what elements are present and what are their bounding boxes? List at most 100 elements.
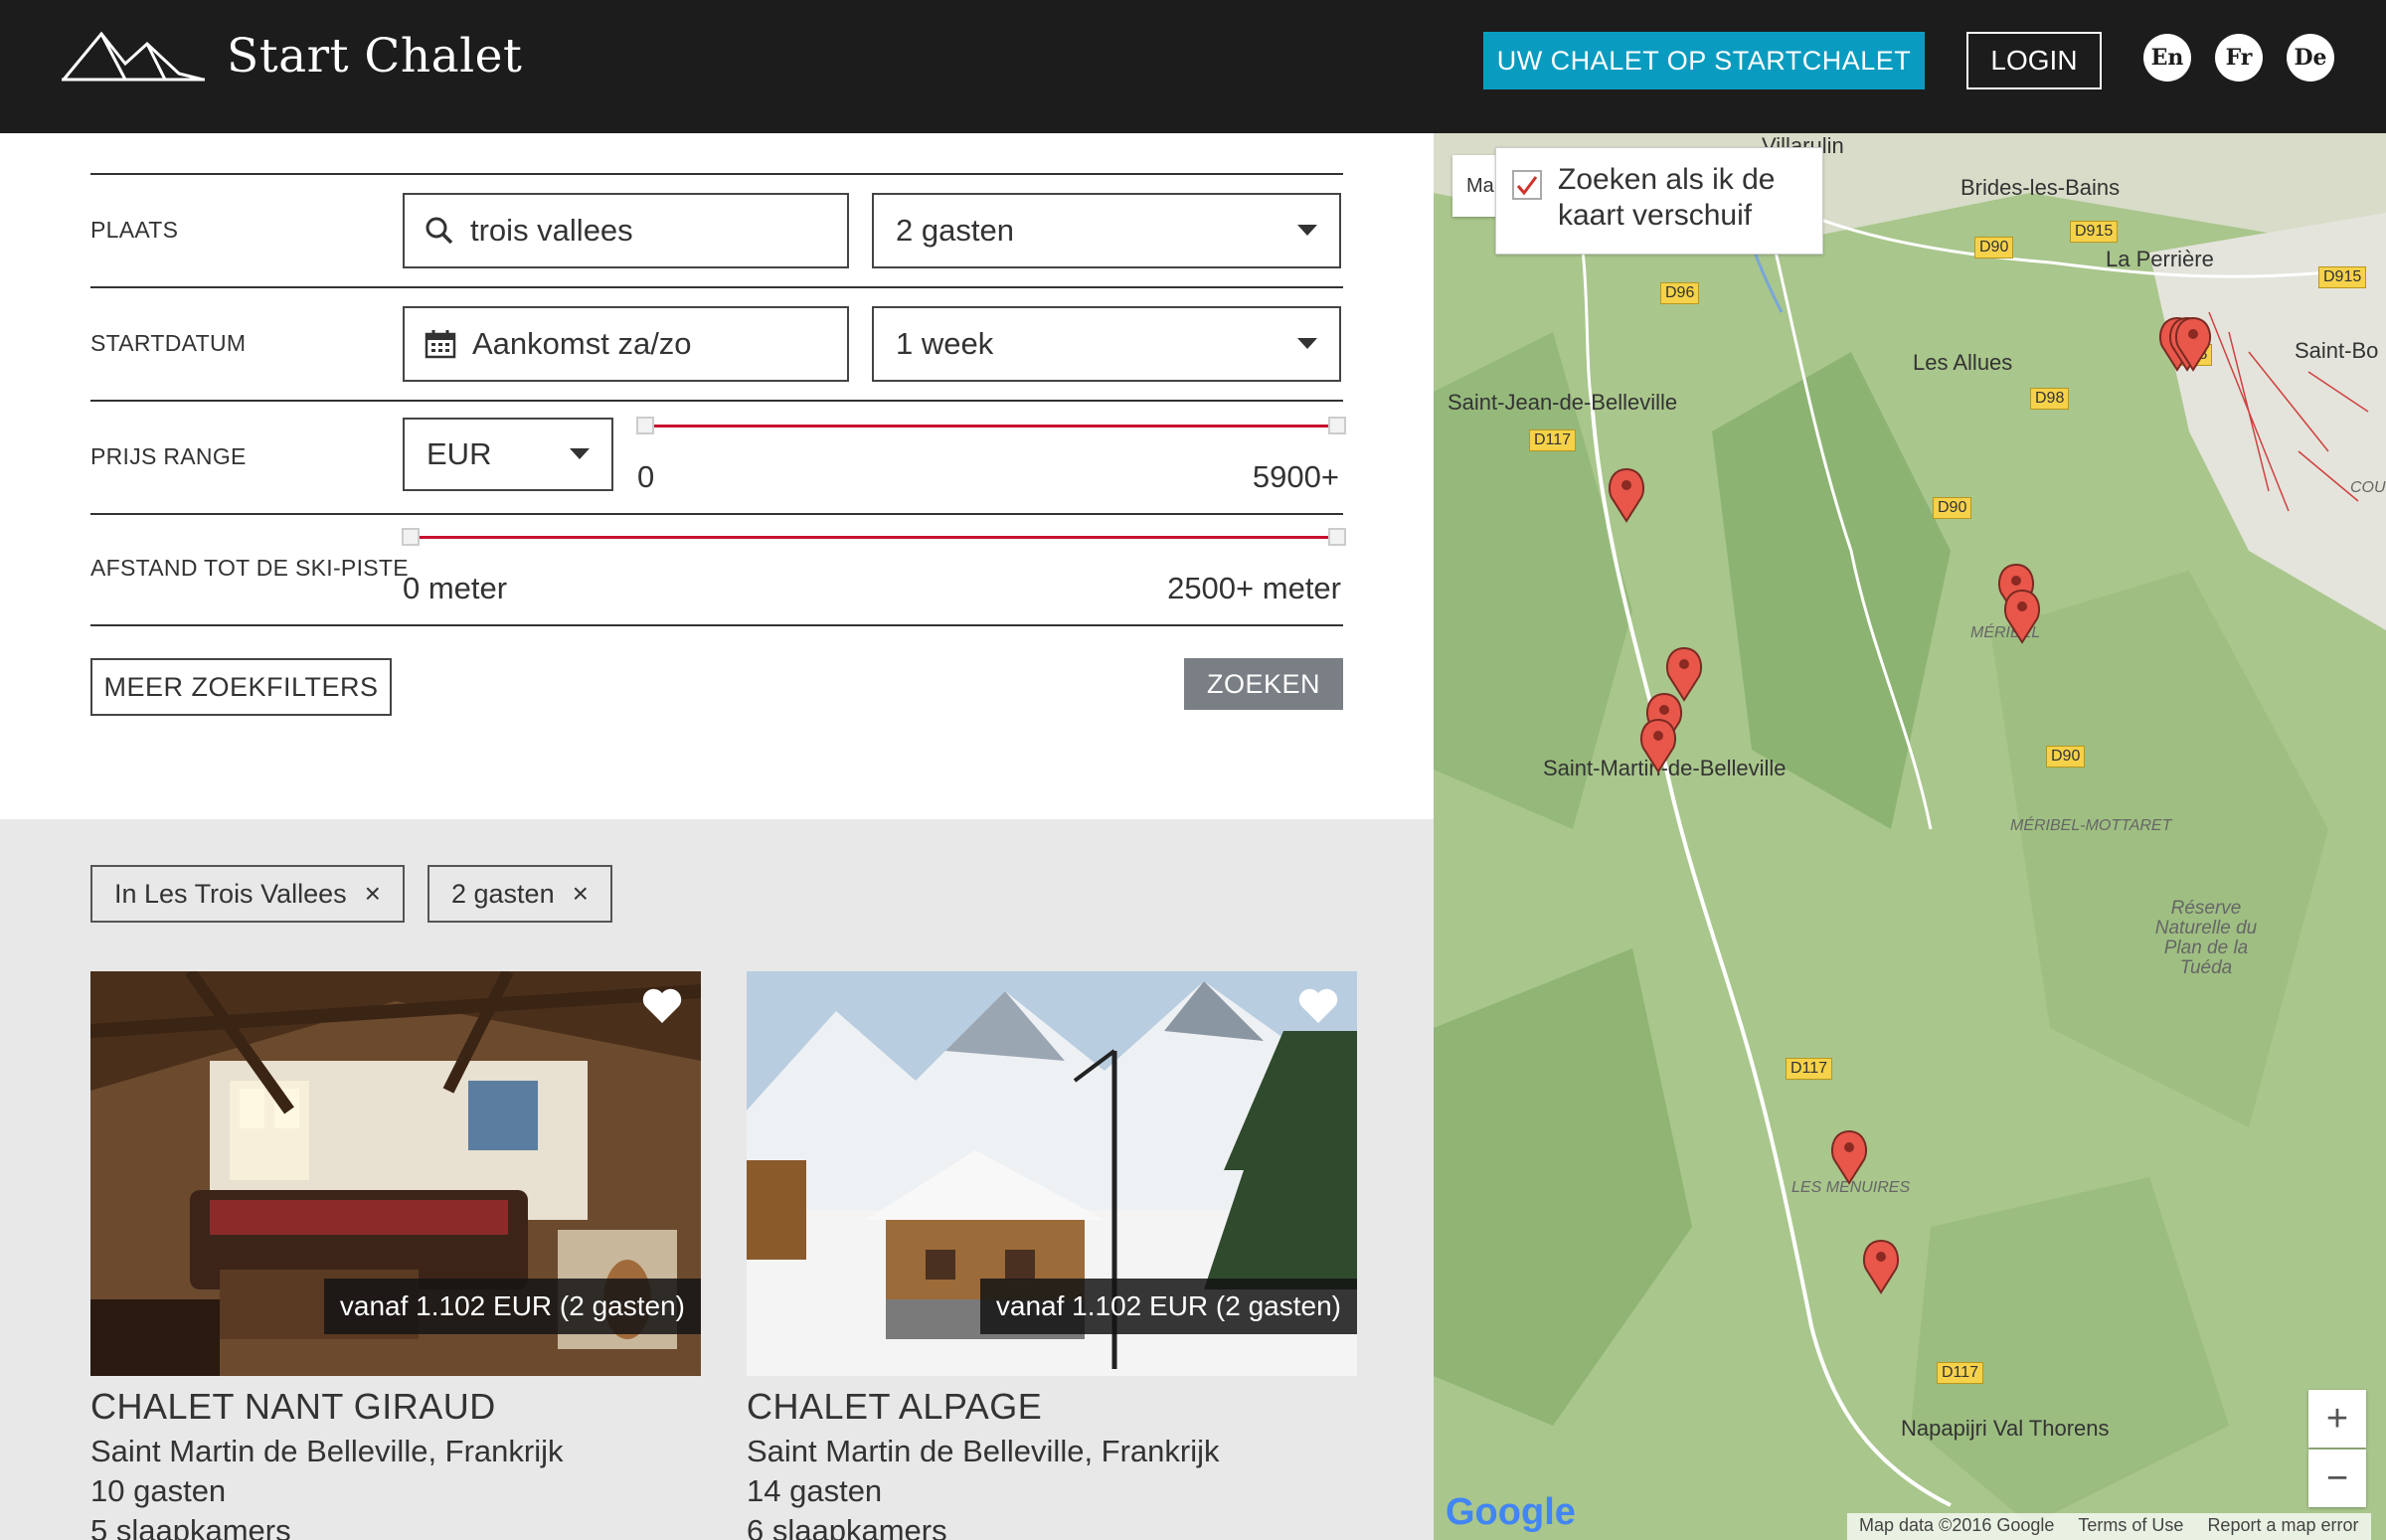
price-max-value: 5900+ bbox=[1252, 459, 1339, 494]
listing-rooms: 5 slaapkamers bbox=[90, 1513, 291, 1540]
map-type-button[interactable]: Ma bbox=[1452, 155, 1500, 217]
terms-of-use-link[interactable]: Terms of Use bbox=[2066, 1513, 2195, 1540]
map-place-label: Réserve Naturelle du Plan de la Tuéda bbox=[2154, 898, 2258, 978]
chip-label: 2 gasten bbox=[451, 878, 555, 909]
price-min-handle[interactable] bbox=[636, 417, 654, 434]
divider bbox=[90, 400, 1343, 402]
top-header: Start Chalet UW CHALET OP STARTCHALET LO… bbox=[0, 0, 2386, 133]
divider bbox=[90, 286, 1343, 288]
price-badge: vanaf 1.102 EUR (2 gasten) bbox=[323, 1279, 701, 1334]
lang-fr-button[interactable]: Fr bbox=[2215, 34, 2263, 82]
guests-select[interactable]: 2 gasten bbox=[872, 193, 1341, 268]
results-map[interactable]: Villarulin Brides-les-Bains La Perrière … bbox=[1434, 133, 2386, 1540]
login-button[interactable]: LOGIN bbox=[1966, 32, 2102, 89]
place-search-input[interactable]: trois vallees bbox=[403, 193, 849, 268]
listing-title[interactable]: CHALET ALPAGE bbox=[747, 1386, 1357, 1428]
search-button[interactable]: ZOEKEN bbox=[1184, 658, 1343, 710]
mountain-logo-icon bbox=[62, 31, 205, 82]
chevron-down-icon bbox=[1297, 225, 1317, 236]
road-label: D90 bbox=[1974, 237, 2014, 258]
map-place-label: Saint-Bo bbox=[2295, 338, 2379, 363]
duration-value: 1 week bbox=[896, 326, 994, 361]
listing-title[interactable]: CHALET NANT GIRAUD bbox=[90, 1386, 701, 1428]
place-label: PLAATS bbox=[90, 217, 179, 243]
divider bbox=[90, 513, 1343, 515]
price-range-label: PRIJS RANGE bbox=[90, 443, 247, 469]
start-date-label: STARTDATUM bbox=[90, 330, 247, 356]
distance-min-value: 0 meter bbox=[403, 571, 508, 605]
price-min-value: 0 bbox=[637, 459, 655, 494]
map-place-label: MÉRIBEL bbox=[1970, 624, 2041, 641]
listing-card[interactable]: vanaf 1.102 EUR (2 gasten) CHALET NANT G… bbox=[90, 971, 701, 1540]
road-label: D915 bbox=[2070, 221, 2119, 243]
road-label: D98 bbox=[2030, 388, 2070, 410]
active-filter-chip[interactable]: In Les Trois Vallees × bbox=[90, 865, 405, 923]
more-filters-button[interactable]: MEER ZOEKFILTERS bbox=[90, 658, 392, 716]
google-logo-text: Google bbox=[1446, 1491, 1576, 1533]
distance-slider-track[interactable] bbox=[418, 536, 1340, 539]
price-max-handle[interactable] bbox=[1328, 417, 1346, 434]
map-data-text: Map data ©2016 Google bbox=[1859, 1515, 2055, 1535]
road-label: D96 bbox=[1660, 282, 1700, 304]
list-your-chalet-button[interactable]: UW CHALET OP STARTCHALET bbox=[1483, 32, 1925, 89]
listing-photo[interactable]: vanaf 1.102 EUR (2 gasten) bbox=[747, 971, 1357, 1376]
chevron-down-icon bbox=[570, 448, 590, 459]
chip-label: In Les Trois Vallees bbox=[114, 878, 347, 909]
active-filter-chip[interactable]: 2 gasten × bbox=[427, 865, 612, 923]
arrival-date-input[interactable]: Aankomst za/zo bbox=[403, 306, 849, 382]
distance-max-handle[interactable] bbox=[1328, 528, 1346, 546]
distance-min-handle[interactable] bbox=[402, 528, 420, 546]
currency-value: EUR bbox=[426, 436, 492, 471]
zoom-out-button[interactable]: − bbox=[2308, 1450, 2366, 1507]
map-place-label: La Perrière bbox=[2106, 247, 2214, 271]
calendar-icon bbox=[425, 329, 456, 359]
map-attribution: Map data ©2016 Google Terms of Use Repor… bbox=[1847, 1513, 2371, 1540]
listing-guests: 14 gasten bbox=[747, 1473, 883, 1508]
road-label: D117 bbox=[1529, 429, 1577, 451]
map-place-label: Saint-Martin-de-Belleville bbox=[1543, 756, 1787, 780]
search-on-move-label: Zoeken als ik de kaart verschuif bbox=[1558, 163, 1776, 232]
results-panel: In Les Trois Vallees × 2 gasten × vanaf … bbox=[0, 819, 1434, 1540]
arrival-value: Aankomst za/zo bbox=[472, 326, 692, 361]
close-icon[interactable]: × bbox=[365, 878, 381, 910]
close-icon[interactable]: × bbox=[573, 878, 589, 910]
lang-de-button[interactable]: De bbox=[2287, 34, 2334, 82]
listing-guests: 10 gasten bbox=[90, 1473, 227, 1508]
distance-max-value: 2500+ meter bbox=[1167, 571, 1341, 605]
search-filters: PLAATS trois vallees 2 gasten STARTDATUM… bbox=[0, 133, 1434, 819]
price-slider-track[interactable] bbox=[652, 425, 1340, 428]
favorite-heart-icon[interactable] bbox=[1297, 987, 1339, 1025]
map-place-label: LES MENUIRES bbox=[1791, 1179, 1911, 1196]
map-place-label: COUR bbox=[2350, 479, 2386, 496]
map-place-label: MÉRIBEL-MOTTARET bbox=[2010, 817, 2172, 834]
zoom-in-button[interactable]: + bbox=[2308, 1390, 2366, 1448]
listing-photo[interactable]: vanaf 1.102 EUR (2 gasten) bbox=[90, 971, 701, 1376]
duration-select[interactable]: 1 week bbox=[872, 306, 1341, 382]
divider bbox=[90, 624, 1343, 626]
currency-select[interactable]: EUR bbox=[403, 418, 613, 491]
road-label: D90 bbox=[1933, 497, 1972, 519]
checkmark-icon bbox=[1516, 176, 1538, 196]
road-label: D117 bbox=[1786, 1058, 1833, 1080]
listing-card[interactable]: vanaf 1.102 EUR (2 gasten) CHALET ALPAGE… bbox=[747, 971, 1357, 1540]
search-on-move-checkbox[interactable] bbox=[1512, 170, 1542, 200]
google-logo: Google bbox=[1446, 1491, 1576, 1534]
road-label: D90 bbox=[2046, 746, 2086, 768]
ski-distance-label: AFSTAND TOT DE SKI-PISTE bbox=[90, 555, 409, 581]
price-badge: vanaf 1.102 EUR (2 gasten) bbox=[979, 1279, 1357, 1334]
report-map-error-link[interactable]: Report a map error bbox=[2195, 1513, 2370, 1540]
map-place-label: Brides-les-Bains bbox=[1960, 175, 2121, 200]
search-on-move-control[interactable]: Zoeken als ik de kaart verschuif bbox=[1495, 147, 1823, 255]
brand-logo[interactable]: Start Chalet bbox=[62, 28, 522, 84]
place-value: trois vallees bbox=[470, 213, 633, 248]
favorite-heart-icon[interactable] bbox=[641, 987, 683, 1025]
brand-name: Start Chalet bbox=[227, 28, 523, 84]
chevron-down-icon bbox=[1297, 338, 1317, 349]
divider bbox=[90, 173, 1343, 175]
guests-value: 2 gasten bbox=[896, 213, 1014, 248]
road-label: D117 bbox=[1937, 1362, 1984, 1384]
map-place-label: Les Allues bbox=[1913, 350, 2013, 375]
lang-en-button[interactable]: En bbox=[2143, 34, 2191, 82]
listing-location: Saint Martin de Belleville, Frankrijk bbox=[90, 1434, 564, 1468]
map-terrain bbox=[1434, 133, 2386, 1540]
